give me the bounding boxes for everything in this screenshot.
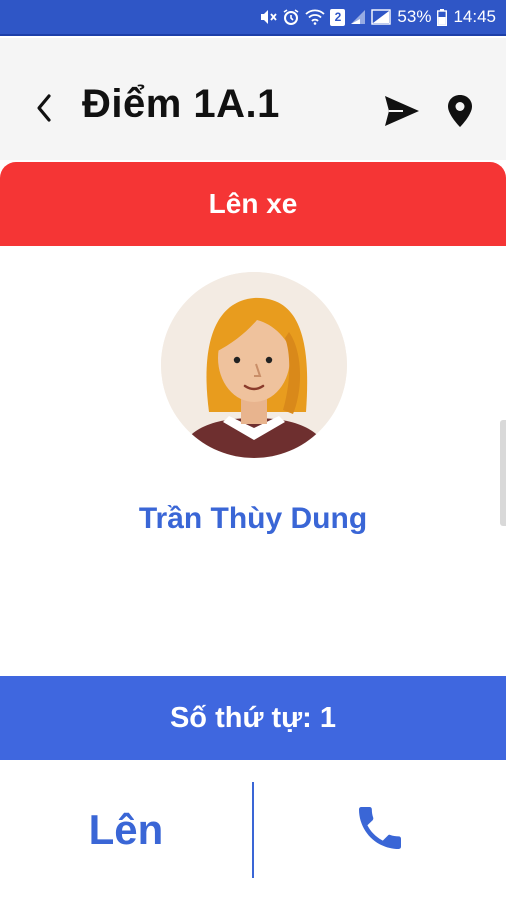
status-icons: 2 — [259, 8, 392, 26]
page-title: Điểm 1A.1 — [82, 82, 280, 126]
scroll-indicator[interactable] — [500, 420, 506, 526]
board-status-banner: Lên xe — [0, 162, 506, 246]
passenger-name: Trần Thùy Dung — [138, 502, 368, 535]
clock: 14:45 — [453, 7, 496, 26]
board-button[interactable]: Lên — [0, 760, 252, 900]
order-number-bar: Số thứ tự: 1 — [0, 676, 506, 760]
signal-icon — [350, 9, 366, 25]
mute-icon — [259, 9, 278, 25]
app-header: Điểm 1A.1 — [0, 38, 506, 160]
chevron-left-icon[interactable] — [32, 90, 56, 126]
sim-label: 2 — [334, 10, 342, 24]
battery-percent: 53% — [397, 7, 432, 26]
female-avatar-icon — [161, 272, 347, 458]
location-pin-icon[interactable] — [446, 94, 474, 128]
battery-icon — [437, 8, 448, 26]
sim2-icon: 2 — [330, 8, 346, 26]
bottom-actions: Lên — [0, 760, 506, 900]
send-icon[interactable] — [383, 94, 421, 128]
board-button-label: Lên — [88, 806, 164, 853]
alarm-icon — [282, 8, 300, 26]
status-bar: 2 53% 14:45 — [0, 0, 506, 36]
wifi-icon — [305, 9, 326, 25]
order-number-label: Số thứ tự: 1 — [169, 701, 337, 734]
call-button[interactable] — [254, 760, 506, 900]
signal-icon-2 — [371, 9, 392, 25]
phone-icon — [352, 800, 408, 861]
banner-label: Lên xe — [208, 188, 298, 219]
passenger-card: Lên xe Trần Thùy Dung — [0, 162, 506, 678]
